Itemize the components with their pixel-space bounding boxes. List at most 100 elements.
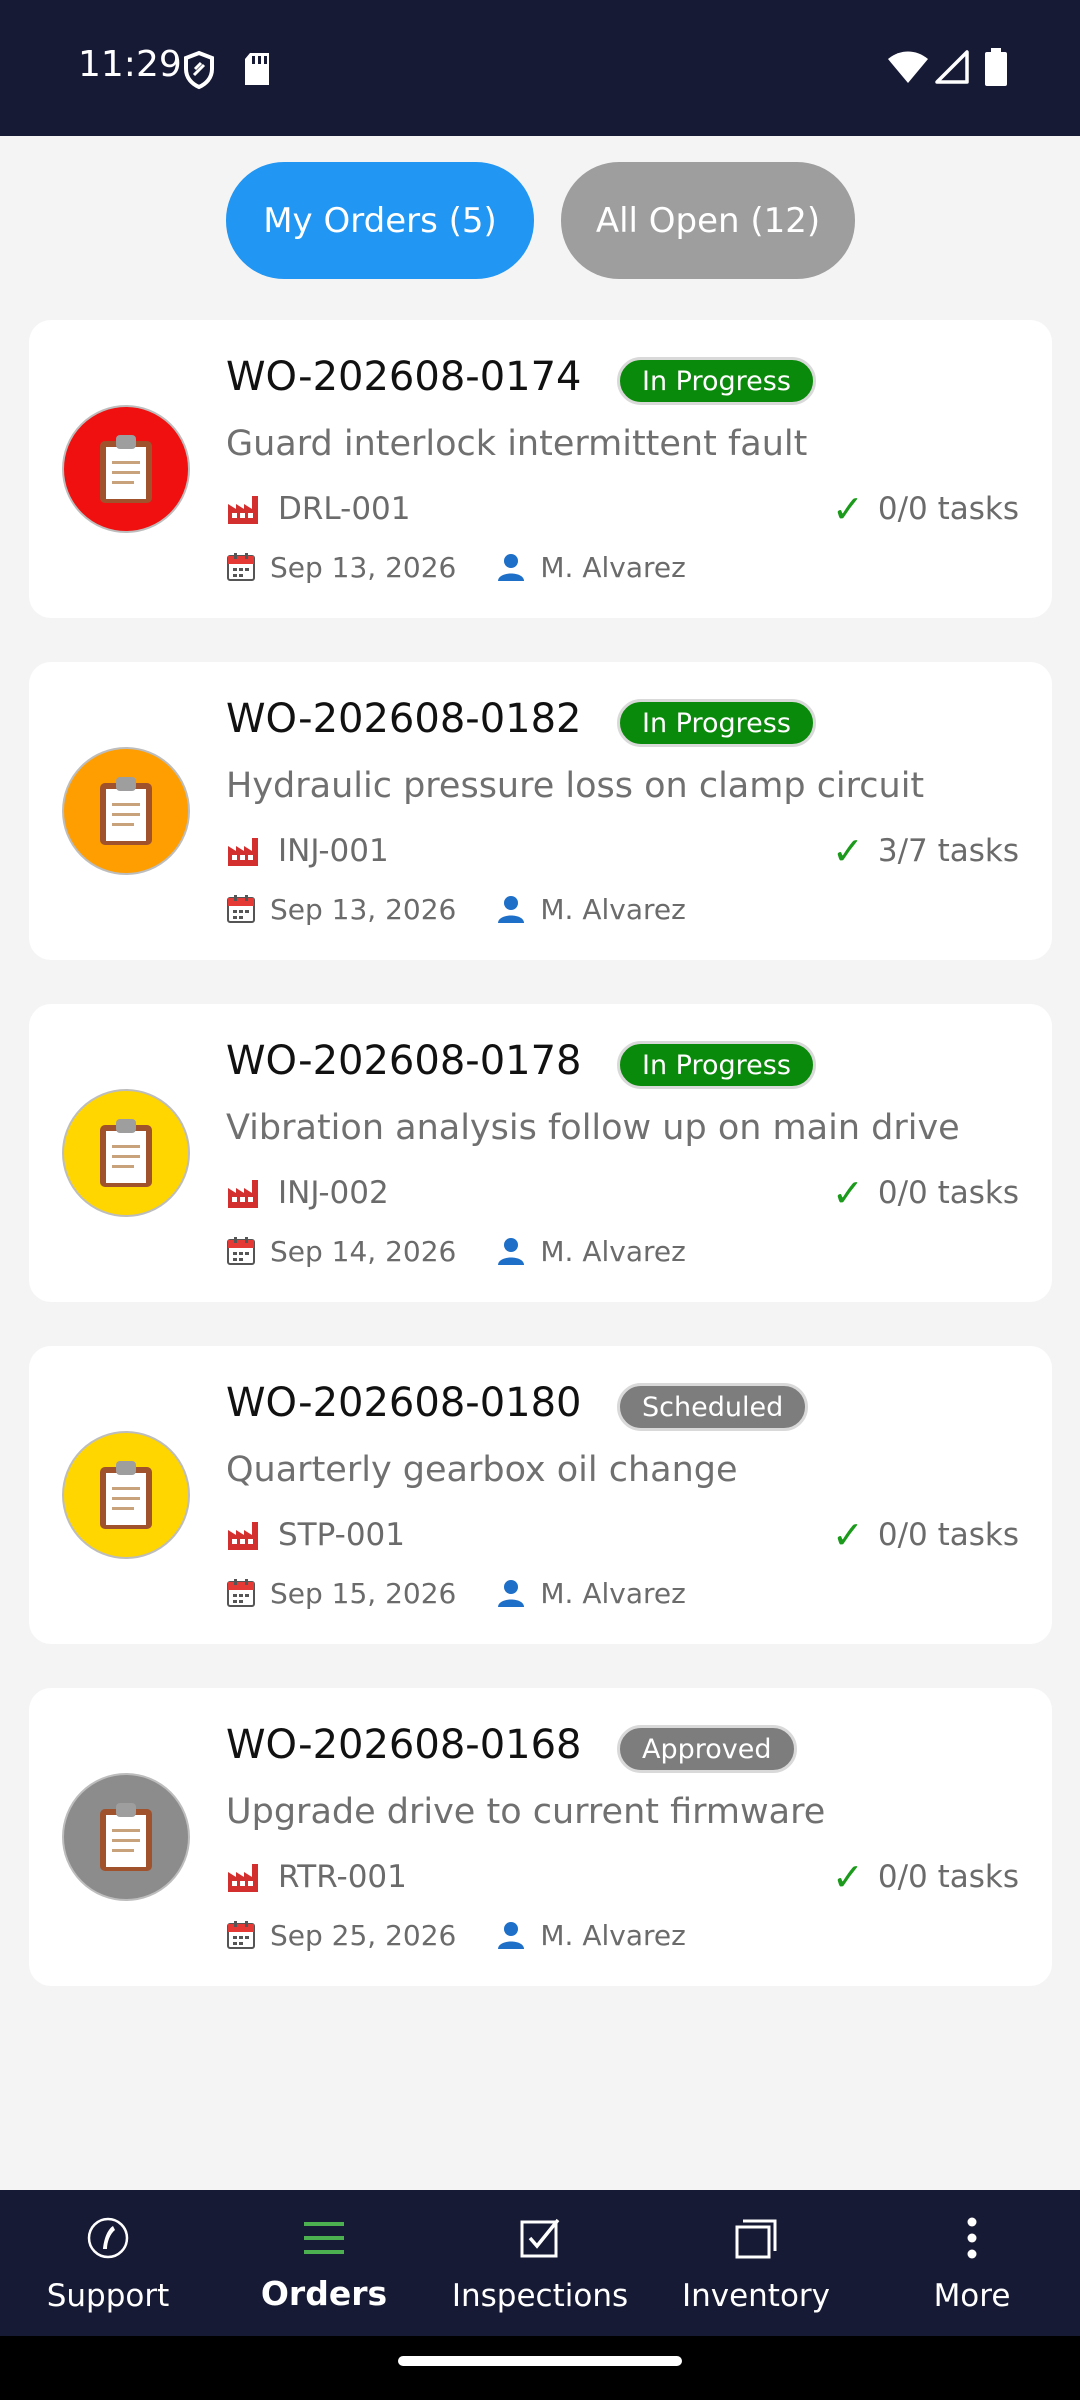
work-order-card[interactable]: WO-202608-0178 In Progress Vibration analy… xyxy=(29,1004,1052,1302)
home-gesture-handle[interactable] xyxy=(398,2356,682,2366)
task-count: ✓ 0/0 tasks xyxy=(832,1513,1019,1557)
nav-inventory[interactable]: Inventory xyxy=(648,2190,864,2336)
meta-row: Sep 15, 2026 M. Alvarez xyxy=(226,1574,686,1612)
calendar-icon xyxy=(227,1921,255,1949)
clipboard-icon xyxy=(100,435,152,503)
check-icon: ✓ xyxy=(832,1171,864,1215)
asset-code: INJ-002 xyxy=(278,1175,389,1211)
priority-avatar xyxy=(62,747,190,875)
wifi-icon xyxy=(888,51,928,83)
work-order-number: WO-202608-0178 xyxy=(226,1038,582,1084)
calendar-icon xyxy=(227,895,255,923)
system-navigation-bar xyxy=(0,2336,1080,2400)
checkbox-icon xyxy=(520,2218,560,2258)
task-count: ✓ 0/0 tasks xyxy=(832,1171,1019,1215)
task-count-text: 0/0 tasks xyxy=(877,1517,1019,1553)
task-count-text: 0/0 tasks xyxy=(877,1175,1019,1211)
asset-row: DRL-001 xyxy=(226,488,411,530)
nav-more[interactable]: More xyxy=(864,2190,1080,2336)
work-order-card[interactable]: WO-202608-0182 In Progress Hydraulic press… xyxy=(29,662,1052,960)
task-count: ✓ 3/7 tasks xyxy=(832,829,1019,873)
list-icon xyxy=(304,2222,344,2254)
check-icon: ✓ xyxy=(832,487,864,531)
tab-all-open[interactable]: All Open (12) xyxy=(561,162,855,279)
status-badge: In Progress xyxy=(617,699,816,747)
due-date: Sep 13, 2026 xyxy=(270,550,457,584)
shield-icon xyxy=(184,50,214,90)
work-order-number: WO-202608-0180 xyxy=(226,1380,582,1426)
check-icon: ✓ xyxy=(832,1855,864,1899)
asset-row: INJ-001 xyxy=(226,830,389,872)
due-date: Sep 15, 2026 xyxy=(270,1576,457,1610)
priority-avatar xyxy=(62,405,190,533)
factory-icon xyxy=(228,496,258,524)
due-date: Sep 13, 2026 xyxy=(270,892,457,926)
asset-code: DRL-001 xyxy=(278,491,411,527)
check-icon: ✓ xyxy=(832,829,864,873)
more-vertical-icon xyxy=(967,2217,977,2259)
battery-icon xyxy=(985,48,1007,86)
task-count: ✓ 0/0 tasks xyxy=(832,487,1019,531)
asset-row: RTR-001 xyxy=(226,1856,407,1898)
status-badge: Approved xyxy=(617,1725,797,1773)
clipboard-icon xyxy=(100,1119,152,1187)
factory-icon xyxy=(228,1522,258,1550)
user-icon xyxy=(498,1580,525,1607)
clipboard-icon xyxy=(100,1803,152,1871)
task-count-text: 0/0 tasks xyxy=(877,491,1019,527)
signal-icon xyxy=(935,50,969,84)
work-order-title: Vibration analysis follow up on main dri… xyxy=(226,1108,960,1148)
assignee: M. Alvarez xyxy=(540,1918,686,1952)
meta-row: Sep 25, 2026 M. Alvarez xyxy=(226,1916,686,1954)
work-order-number: WO-202608-0174 xyxy=(226,354,582,400)
asset-code: RTR-001 xyxy=(278,1859,407,1895)
user-icon xyxy=(498,896,525,923)
asset-code: STP-001 xyxy=(278,1517,405,1553)
priority-avatar xyxy=(62,1089,190,1217)
work-order-number: WO-202608-0168 xyxy=(226,1722,582,1768)
calendar-icon xyxy=(227,1237,255,1265)
nav-orders[interactable]: Orders xyxy=(216,2190,432,2336)
clipboard-icon xyxy=(100,1461,152,1529)
assignee: M. Alvarez xyxy=(540,1234,686,1268)
calendar-icon xyxy=(227,1579,255,1607)
work-order-card[interactable]: WO-202608-0168 Approved Upgrade drive to c… xyxy=(29,1688,1052,1986)
asset-row: INJ-002 xyxy=(226,1172,389,1214)
work-order-number: WO-202608-0182 xyxy=(226,696,582,742)
user-icon xyxy=(498,1922,525,1949)
priority-avatar xyxy=(62,1773,190,1901)
status-badge: In Progress xyxy=(617,357,816,405)
status-bar: 11:29 xyxy=(0,0,1080,136)
nav-inspections[interactable]: Inspections xyxy=(432,2190,648,2336)
work-order-title: Quarterly gearbox oil change xyxy=(226,1450,738,1490)
user-icon xyxy=(498,554,525,581)
bottom-navigation: Support Orders Inspections Inventory Mor… xyxy=(0,2190,1080,2336)
task-count-text: 0/0 tasks xyxy=(877,1859,1019,1895)
status-badge: In Progress xyxy=(617,1041,816,1089)
work-order-title: Guard interlock intermittent fault xyxy=(226,424,808,464)
calendar-icon xyxy=(227,553,255,581)
assignee: M. Alvarez xyxy=(540,1576,686,1610)
factory-icon xyxy=(228,1180,258,1208)
task-count-text: 3/7 tasks xyxy=(877,833,1019,869)
phone-icon xyxy=(87,2217,129,2259)
work-order-title: Hydraulic pressure loss on clamp circuit xyxy=(226,766,925,806)
user-icon xyxy=(498,1238,525,1265)
nav-label: Inspections xyxy=(451,2278,629,2314)
meta-row: Sep 13, 2026 M. Alvarez xyxy=(226,548,686,586)
check-icon: ✓ xyxy=(832,1513,864,1557)
work-order-title: Upgrade drive to current firmware xyxy=(226,1792,826,1832)
assignee: M. Alvarez xyxy=(540,892,686,926)
tab-my-orders[interactable]: My Orders (5) xyxy=(226,162,534,279)
nav-label: Orders xyxy=(260,2274,388,2313)
nav-label: Inventory xyxy=(681,2278,831,2314)
nav-support[interactable]: Support xyxy=(0,2190,216,2336)
status-time: 11:29 xyxy=(78,44,182,85)
assignee: M. Alvarez xyxy=(540,550,686,584)
factory-icon xyxy=(228,838,258,866)
nav-label: Support xyxy=(46,2278,170,2314)
work-order-card[interactable]: WO-202608-0174 In Progress Guard interlock… xyxy=(29,320,1052,618)
work-order-card[interactable]: WO-202608-0180 Scheduled Quarterly gearbox… xyxy=(29,1346,1052,1644)
factory-icon xyxy=(228,1864,258,1892)
box-icon xyxy=(735,2219,777,2259)
